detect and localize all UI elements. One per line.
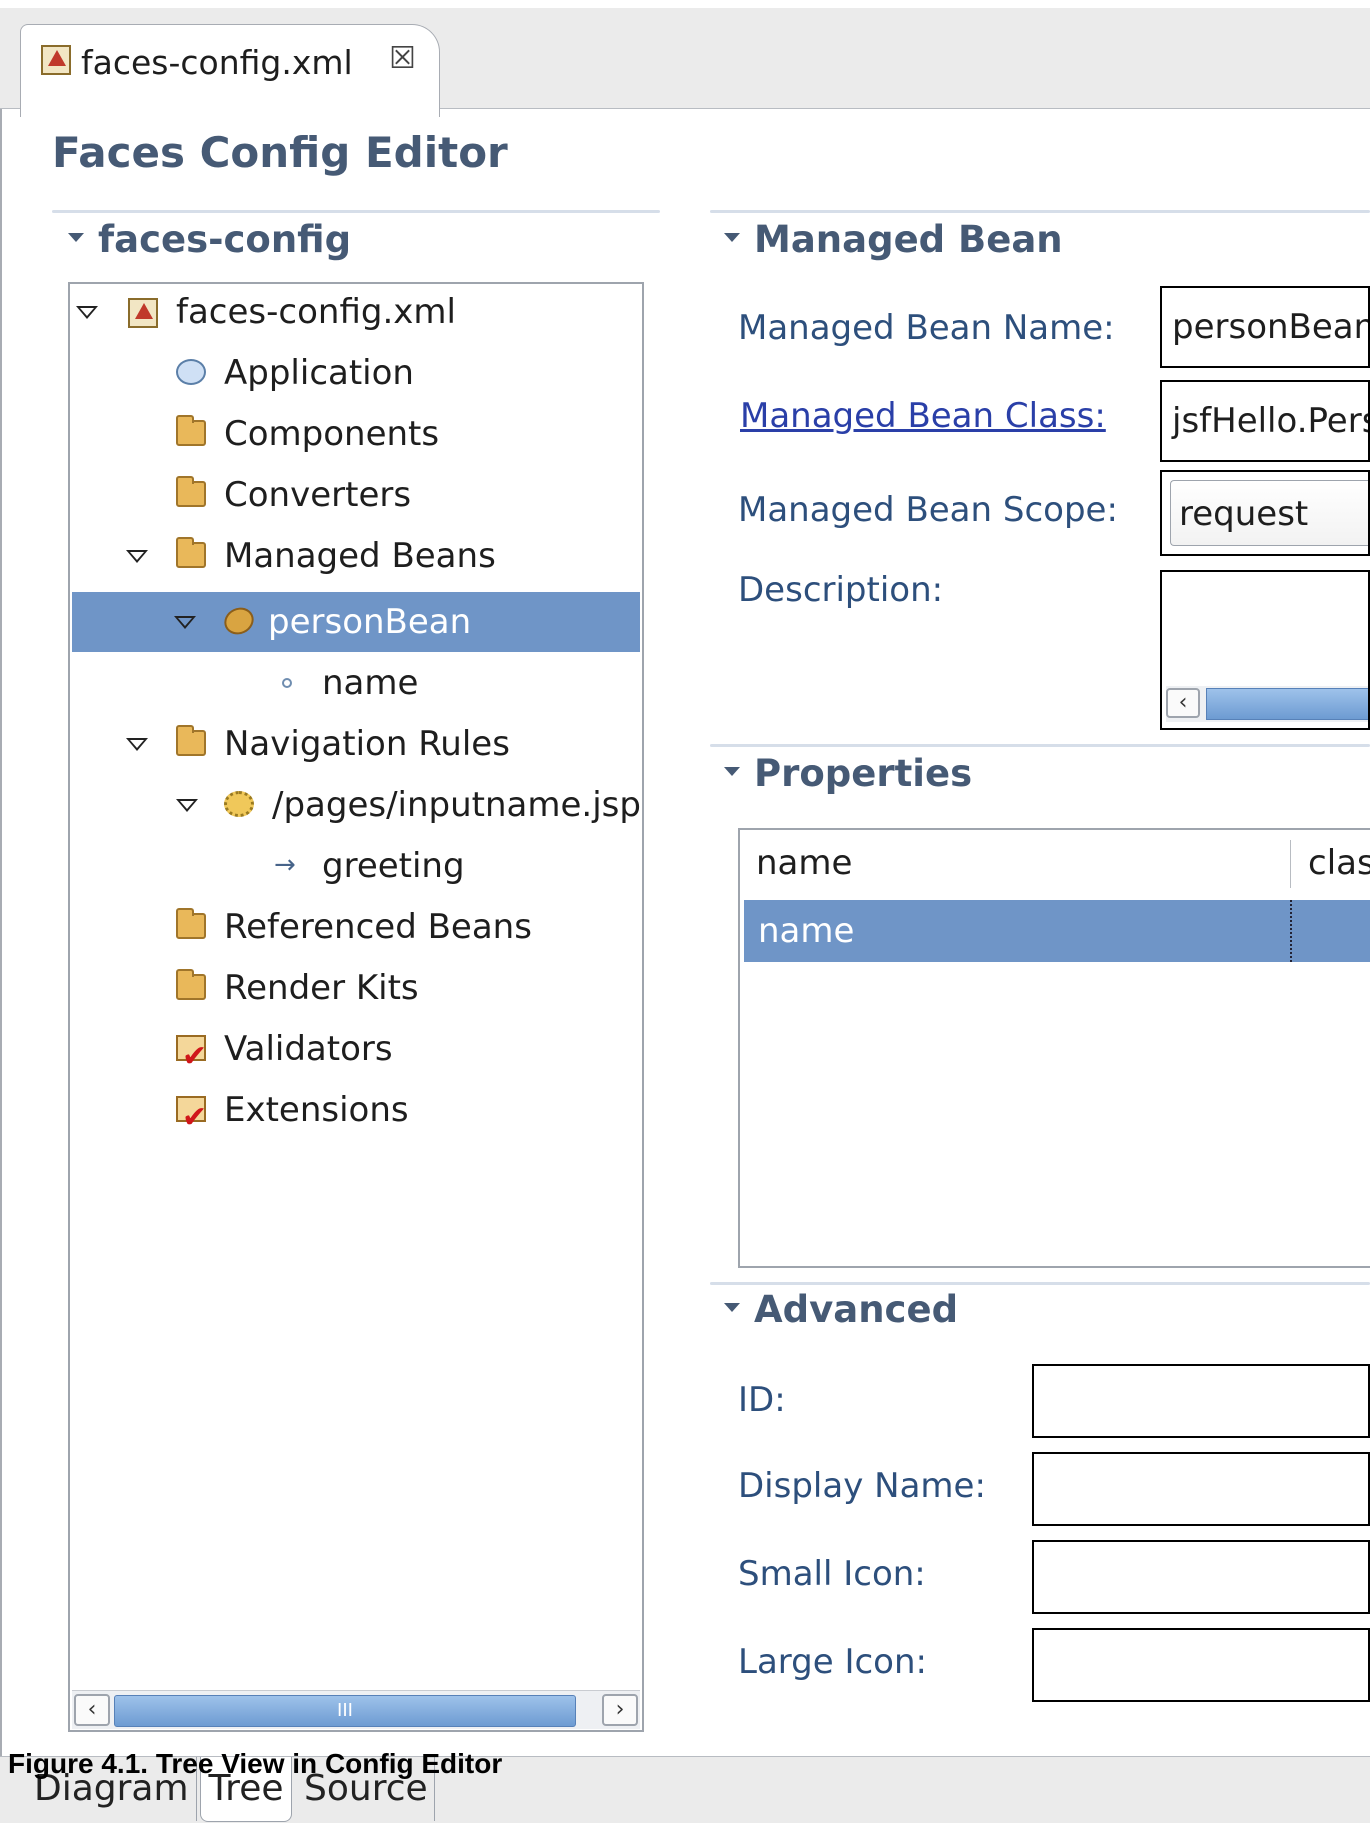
expanded-twisty-icon[interactable] (76, 306, 98, 319)
referenced-beans-folder-icon (176, 908, 206, 939)
properties-section-title: Properties (754, 752, 973, 795)
large-icon-field[interactable] (1032, 1628, 1370, 1702)
collapse-icon (724, 1303, 740, 1312)
tree-item-person-bean[interactable]: personBean (72, 592, 640, 652)
tree-item-label: Navigation Rules (224, 724, 510, 764)
description-textarea[interactable]: ‹ (1160, 570, 1370, 730)
gear-icon (224, 791, 254, 817)
scrollbar-thumb[interactable]: III (114, 1695, 576, 1727)
property-dot-icon (282, 678, 292, 688)
editor-tab-bar: faces-config.xml ☒ (0, 8, 1370, 117)
tree-item-label: Components (224, 414, 440, 454)
column-header-name[interactable]: name (756, 830, 852, 896)
xml-file-icon (41, 45, 71, 75)
editor-tab-faces-config[interactable]: faces-config.xml ☒ (20, 24, 440, 117)
expanded-twisty-icon[interactable] (126, 738, 148, 751)
column-header-class[interactable]: class (1308, 830, 1370, 896)
tree-item-label: faces-config.xml (176, 292, 456, 332)
editor-tab-label: faces-config.xml (81, 43, 353, 82)
editor-title: Faces Config Editor (52, 128, 508, 177)
tree-item-label: Managed Beans (224, 536, 496, 576)
expanded-twisty-icon[interactable] (176, 799, 198, 812)
cell-separator (1290, 900, 1292, 962)
description-label: Description: (738, 570, 944, 610)
tree-item-inputname-page[interactable]: /pages/inputname.jsp (76, 775, 640, 835)
xml-file-icon (128, 298, 158, 328)
scroll-left-button[interactable]: ‹ (74, 1694, 110, 1726)
scrollbar-grip: III (337, 1700, 353, 1721)
managed-bean-scope-label: Managed Bean Scope: (738, 490, 1118, 530)
section-rule (52, 210, 660, 213)
collapse-icon (68, 233, 84, 242)
column-separator[interactable] (1290, 840, 1291, 888)
section-rule (710, 210, 1370, 213)
advanced-section-header[interactable]: Advanced (724, 1288, 958, 1331)
managed-bean-class-field[interactable]: jsfHello.PersonBean (1160, 380, 1370, 462)
small-icon-field[interactable] (1032, 1540, 1370, 1614)
tree-item-label: Referenced Beans (224, 907, 532, 947)
components-folder-icon (176, 415, 206, 446)
collapse-icon (724, 767, 740, 776)
properties-section-header[interactable]: Properties (724, 752, 972, 795)
table-row[interactable]: name (744, 900, 1370, 962)
table-cell-name: name (758, 911, 855, 951)
scroll-left-button[interactable]: ‹ (1166, 688, 1200, 718)
collapse-icon (724, 233, 740, 242)
properties-table[interactable]: name class name (738, 828, 1370, 1268)
section-rule (710, 744, 1370, 747)
tree-item-label: Converters (224, 475, 412, 515)
bean-icon (219, 602, 259, 640)
managed-bean-class-link[interactable]: Managed Bean Class: (740, 396, 1106, 436)
tree-item-label: /pages/inputname.jsp (272, 785, 640, 825)
managed-bean-name-label: Managed Bean Name: (738, 308, 1115, 348)
scrollbar-thumb[interactable] (1206, 688, 1368, 720)
tree-item-label: Application (224, 353, 414, 393)
navigation-folder-icon (176, 725, 206, 756)
scroll-right-button[interactable]: › (602, 1694, 638, 1726)
figure-caption: Figure 4.1. Tree View in Config Editor (8, 1748, 503, 1779)
managed-beans-folder-icon (176, 537, 206, 568)
managed-bean-scope-select[interactable]: request (1160, 470, 1370, 556)
tree-item-label: name (322, 663, 419, 703)
extensions-check-icon (176, 1088, 207, 1148)
display-name-field[interactable] (1032, 1452, 1370, 1526)
converters-folder-icon (176, 476, 206, 507)
managed-bean-section-header[interactable]: Managed Bean (724, 218, 1063, 261)
render-kits-folder-icon (176, 969, 206, 1000)
description-scrollbar[interactable]: ‹ (1166, 686, 1368, 722)
id-label: ID: (738, 1380, 786, 1420)
expanded-twisty-icon[interactable] (174, 616, 196, 629)
advanced-section-title: Advanced (754, 1288, 959, 1331)
tree-item-label: personBean (268, 602, 472, 642)
application-icon (176, 359, 206, 385)
expanded-twisty-icon[interactable] (126, 550, 148, 563)
scope-selected-value[interactable]: request (1170, 480, 1368, 546)
tree-item-label: Extensions (224, 1090, 409, 1130)
validators-check-icon (176, 1027, 207, 1087)
display-name-label: Display Name: (738, 1466, 986, 1506)
id-field[interactable] (1032, 1364, 1370, 1438)
section-rule (710, 1282, 1370, 1285)
managed-bean-name-field[interactable]: personBean (1160, 286, 1370, 368)
faces-config-section-title: faces-config (98, 218, 352, 261)
tree-horizontal-scrollbar[interactable]: ‹ III › (72, 1690, 640, 1729)
tree-item-label: Validators (224, 1029, 393, 1069)
arrow-icon: → (274, 850, 296, 880)
small-icon-label: Small Icon: (738, 1554, 926, 1594)
close-tab-icon[interactable]: ☒ (389, 41, 416, 76)
tree-item-label: greeting (322, 846, 465, 886)
faces-config-section-header[interactable]: faces-config (68, 218, 351, 261)
managed-bean-section-title: Managed Bean (754, 218, 1063, 261)
tree-item-label: Render Kits (224, 968, 419, 1008)
large-icon-label: Large Icon: (738, 1642, 927, 1682)
